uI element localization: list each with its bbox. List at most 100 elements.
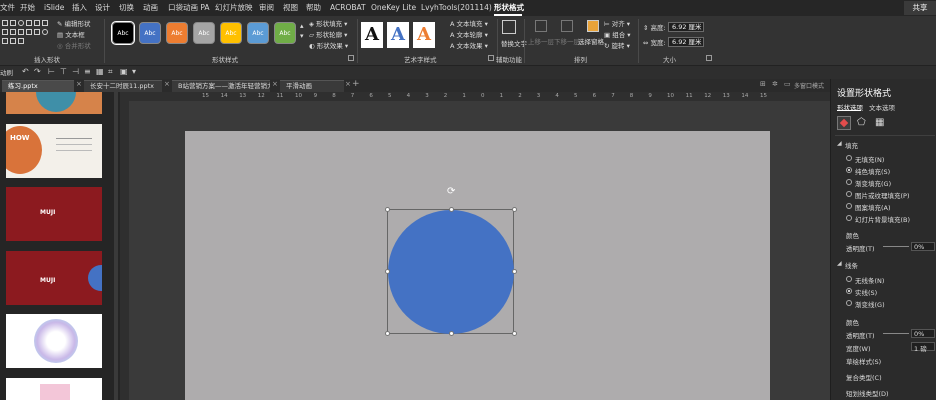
close-icon[interactable]: × (76, 80, 82, 88)
shape-outline-button[interactable]: ▱ 形状轮廓 ▾ (309, 29, 347, 39)
fill-collapse-icon[interactable]: ◢ (837, 140, 842, 147)
radio-pattern-fill[interactable] (846, 203, 852, 209)
close-icon[interactable]: × (164, 80, 170, 88)
line-collapse-icon[interactable]: ◢ (837, 260, 842, 267)
radio-gradient-line[interactable] (846, 300, 852, 306)
shape-circle-icon[interactable] (42, 29, 48, 35)
group-button[interactable]: ▣ 组合 ▾ (604, 29, 631, 39)
share-button[interactable]: 共享 (904, 1, 936, 15)
effects-tab-icon[interactable]: ⬠ (857, 117, 866, 128)
resize-handle-e[interactable] (512, 269, 517, 274)
style-swatch-orange[interactable]: Abc (166, 22, 188, 44)
radio-solid-line[interactable] (846, 288, 852, 294)
wordart-launcher-icon[interactable] (488, 55, 494, 61)
menu-slideshow[interactable]: 幻灯片放映 (215, 2, 253, 14)
shapes-gallery[interactable] (2, 20, 54, 50)
resize-handle-w[interactable] (385, 269, 390, 274)
size-properties-tab-icon[interactable]: ▦ (875, 117, 884, 128)
crop-icon[interactable]: ⌗ (108, 67, 113, 77)
send-backward-button[interactable]: 下移一层 (554, 36, 580, 46)
distribute-icon[interactable]: ≡ (84, 67, 91, 76)
new-tab-icon[interactable]: + (352, 79, 360, 89)
doc-tab-2[interactable]: 长安十二时辰11.pptx (84, 80, 162, 92)
shape-arrow-icon[interactable] (34, 20, 40, 26)
multi-window-icon[interactable]: ▭ (784, 80, 791, 88)
menu-animations[interactable]: 动画 (143, 2, 158, 14)
line-width-input[interactable]: 1 磅 (911, 342, 935, 353)
menu-review[interactable]: 审阅 (259, 2, 274, 14)
align-center-icon[interactable]: ⊤ (60, 67, 67, 76)
align-left-icon[interactable]: ⊢ (48, 67, 55, 76)
slide-thumb-3[interactable]: MUJI (6, 187, 102, 241)
fill-header[interactable]: 填充 (845, 140, 858, 150)
shape-effects-button[interactable]: ◐ 形状效果 ▾ (309, 40, 348, 50)
wordart-blue-button[interactable]: A (387, 22, 409, 48)
menu-view[interactable]: 视图 (283, 2, 298, 14)
align-button[interactable]: ⊨ 对齐 ▾ (604, 18, 630, 28)
menu-design[interactable]: 设计 (95, 2, 110, 14)
radio-no-fill[interactable] (846, 155, 852, 161)
style-swatch-blue[interactable]: Abc (139, 22, 161, 44)
menu-acrobat[interactable]: ACROBAT (330, 2, 366, 14)
style-swatch-black[interactable]: Abc (111, 21, 135, 45)
menu-islide[interactable]: iSlide (44, 2, 64, 14)
resize-handle-n[interactable] (449, 207, 454, 212)
thumbnail-scrollbar[interactable] (114, 92, 118, 400)
radio-no-line[interactable] (846, 276, 852, 282)
shape-oval-icon[interactable] (18, 20, 24, 26)
menu-help[interactable]: 帮助 (306, 2, 321, 14)
rotate-handle-icon[interactable]: ⟳ (447, 186, 455, 197)
text-fill-button[interactable]: A 文本填充 ▾ (450, 18, 488, 28)
fill-transparency-input[interactable]: 0% (911, 242, 935, 251)
bring-forward-button[interactable]: 上移一层 (528, 36, 554, 46)
menu-transitions[interactable]: 切换 (119, 2, 134, 14)
redo-icon[interactable]: ↷ (34, 67, 41, 76)
format-painter-label[interactable]: 动刷 (0, 67, 13, 77)
menu-pocket-animation[interactable]: 口袋动画 PA (168, 2, 210, 14)
menu-shape-format[interactable]: 形状格式 (494, 2, 524, 14)
shape-pentagon-icon[interactable] (10, 29, 16, 35)
styles-expand-icon[interactable]: ▾ (300, 32, 304, 40)
merge-shapes-button[interactable]: ◎ 合并形状 (57, 40, 91, 50)
radio-picture-fill[interactable] (846, 191, 852, 197)
fill-line-tab-icon[interactable] (837, 116, 851, 130)
styles-more-icon[interactable]: ▴ (300, 22, 304, 30)
shape-block-arrow-icon[interactable] (34, 29, 40, 35)
shape-curve-icon[interactable] (2, 29, 8, 35)
slide-thumb-4[interactable]: MUJI (6, 251, 102, 305)
shape-flowchart-icon[interactable] (18, 38, 24, 44)
shape-triangle-icon[interactable] (26, 20, 32, 26)
bring-forward-icon[interactable] (535, 20, 547, 32)
width-input[interactable]: 6.92 厘米 (668, 37, 704, 47)
shape-line-icon[interactable] (2, 20, 8, 26)
line-transparency-slider[interactable] (883, 333, 909, 334)
height-input[interactable]: 6.92 厘米 (668, 22, 704, 32)
tab-text-options[interactable]: 文本选项 (869, 102, 895, 112)
shape-star-icon[interactable] (42, 20, 48, 26)
menu-home[interactable]: 开始 (20, 2, 35, 14)
slide-thumb-6[interactable] (6, 378, 102, 400)
shape-callout-icon[interactable] (26, 29, 32, 35)
image-icon[interactable]: ▣ (120, 67, 128, 76)
size-launcher-icon[interactable] (706, 55, 712, 61)
text-outline-button[interactable]: A 文本轮廓 ▾ (450, 29, 488, 39)
radio-background-fill[interactable] (846, 215, 852, 221)
wordart-orange-button[interactable]: A (413, 22, 435, 48)
radio-solid-fill[interactable] (846, 167, 852, 173)
style-swatch-gold[interactable]: Abc (220, 22, 242, 44)
close-icon[interactable]: × (345, 80, 351, 88)
resize-handle-nw[interactable] (385, 207, 390, 212)
grid-icon[interactable]: ▦ (96, 67, 104, 76)
doc-tab-1[interactable]: 练习.pptx (2, 80, 74, 92)
style-swatch-green[interactable]: Abc (274, 22, 296, 44)
close-icon[interactable]: × (272, 80, 278, 88)
tab-menu-icon[interactable]: ⊞ (760, 80, 766, 88)
text-effects-button[interactable]: A 文本效果 ▾ (450, 40, 488, 50)
resize-handle-se[interactable] (512, 331, 517, 336)
align-right-icon[interactable]: ⊣ (72, 67, 79, 76)
selection-pane-button[interactable]: 选择窗格 (578, 36, 604, 46)
alt-text-icon[interactable] (502, 20, 516, 34)
doc-tab-4[interactable]: 平滑动画 (280, 80, 344, 92)
resize-handle-sw[interactable] (385, 331, 390, 336)
undo-icon[interactable]: ↶ (22, 67, 29, 76)
